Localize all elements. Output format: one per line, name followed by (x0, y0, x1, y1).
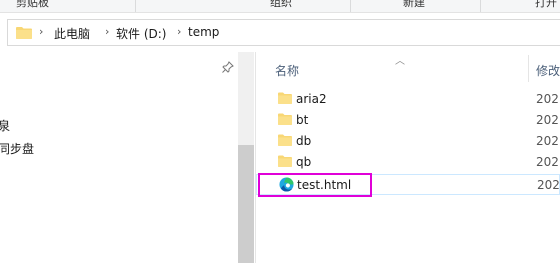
column-header-modified[interactable]: 修改 (536, 62, 560, 79)
ribbon-group-new: 新建 (403, 0, 425, 9)
chevron-right-icon[interactable]: › (177, 25, 181, 38)
file-name: bt (296, 113, 309, 127)
address-bar[interactable]: › 此电脑 › 软件 (D:) › temp (7, 19, 560, 46)
folder-icon (278, 113, 292, 128)
nav-scrollbar-thumb[interactable] (238, 145, 254, 263)
pin-icon[interactable] (222, 61, 234, 76)
file-date: 2021 (536, 134, 560, 148)
file-date: 2021 (536, 155, 560, 169)
ribbon-group-organize: 组织 (270, 0, 292, 9)
chevron-right-icon[interactable]: › (39, 25, 43, 38)
column-header-name[interactable]: 名称 (275, 62, 299, 79)
file-row[interactable]: db 2021 (256, 131, 560, 152)
breadcrumb-drive-d[interactable]: 软件 (D:) (116, 25, 166, 42)
ribbon-group-labels: 剪贴板 组织 新建 打开 (0, 0, 560, 12)
file-name: aria2 (296, 92, 327, 106)
ribbon-separator (135, 0, 136, 12)
nav-item-sync-drive[interactable]: 同步盘 (0, 140, 34, 157)
file-date: 2021 (536, 113, 560, 127)
nav-item-desktop[interactable]: 泉 (0, 117, 10, 134)
chevron-right-icon[interactable]: › (105, 25, 109, 38)
file-name: qb (296, 155, 312, 169)
folder-icon (16, 26, 32, 42)
file-row[interactable]: bt 2021 (256, 110, 560, 131)
sort-up-icon: ︿ (395, 56, 405, 67)
folder-icon (278, 134, 292, 149)
ribbon-group-clipboard: 剪贴板 (16, 0, 49, 9)
file-date: 2021 (536, 92, 560, 106)
ribbon-separator (350, 0, 351, 12)
file-name: db (296, 134, 312, 148)
file-row[interactable]: qb 2021 (256, 152, 560, 173)
ribbon-group-open: 打开 (535, 0, 557, 9)
ribbon-border (0, 12, 560, 13)
file-row[interactable]: aria2 2021 (256, 89, 560, 110)
column-header-row: ︿ 名称 修改 (256, 52, 560, 85)
navigation-pane: 泉 同步盘 (0, 52, 255, 263)
breadcrumb-temp[interactable]: temp (188, 25, 219, 39)
folder-icon (278, 92, 292, 107)
ribbon-separator (480, 0, 481, 12)
breadcrumb-this-pc[interactable]: 此电脑 (54, 25, 90, 42)
column-divider[interactable] (528, 55, 529, 82)
folder-icon (278, 155, 292, 170)
file-date: 2022 (537, 178, 560, 192)
highlight-annotation-box (258, 173, 372, 197)
